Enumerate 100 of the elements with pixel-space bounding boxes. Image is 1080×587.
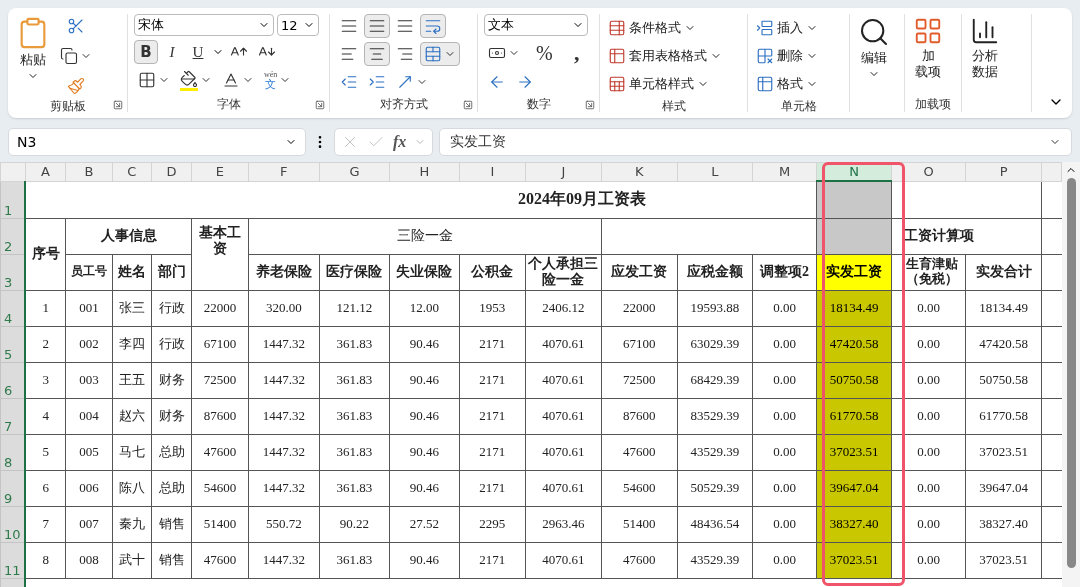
font-select[interactable]: 宋体 — [134, 14, 274, 36]
column-heading: 员工号 — [65, 254, 113, 290]
table-cell: 财务 — [151, 362, 192, 398]
table-cell: 90.46 — [389, 326, 460, 362]
diagonal-arrow-icon — [396, 73, 414, 91]
table-cell: 0.00 — [891, 506, 966, 542]
dialog-launcher-icon[interactable] — [315, 100, 325, 110]
table-cell: 361.83 — [319, 542, 390, 578]
table-cell: 47600 — [191, 542, 249, 578]
formula-field[interactable]: 实发工资 — [439, 128, 1072, 156]
table-cell: 87600 — [601, 398, 678, 434]
cells-menu-button[interactable]: 格式 — [754, 70, 820, 98]
table-cell: 90.22 — [319, 506, 390, 542]
table-cell: 37023.51 — [965, 542, 1042, 578]
column-header[interactable]: B — [65, 162, 113, 181]
vertical-scrollbar[interactable] — [1062, 162, 1080, 587]
insert-rows-icon — [756, 19, 774, 37]
table-icon — [756, 75, 774, 93]
number-format-select[interactable]: 文本 — [484, 14, 588, 36]
italic-button[interactable]: I — [160, 40, 184, 64]
row-header[interactable]: 2 — [0, 218, 26, 254]
table-cell: 马七 — [112, 434, 152, 470]
table-cell: 22000 — [191, 290, 249, 326]
table-cell: 67100 — [191, 326, 249, 362]
column-header[interactable]: E — [191, 162, 249, 181]
name-box[interactable]: N3 — [8, 128, 306, 156]
table-cell: 4070.61 — [525, 542, 602, 578]
lines-icon — [368, 17, 386, 35]
column-header[interactable]: J — [525, 162, 602, 181]
table-cell: 39647.04 — [965, 470, 1042, 506]
phonetic-button[interactable]: wén 文 — [260, 68, 296, 92]
column-header[interactable]: K — [601, 162, 678, 181]
styles-menu-button[interactable]: 单元格样式 — [606, 70, 724, 98]
column-header[interactable]: A — [25, 162, 66, 181]
insert-function-button[interactable]: fx — [393, 133, 407, 151]
dialog-launcher-icon[interactable] — [113, 100, 123, 110]
indent-decrease-icon — [340, 73, 358, 91]
column-heading: 三险一金 — [248, 218, 602, 254]
table-cell: 0.00 — [752, 290, 817, 326]
column-header[interactable]: D — [151, 162, 192, 181]
merge-cells-icon — [424, 45, 442, 63]
row-header[interactable]: 9 — [0, 470, 26, 506]
column-header[interactable]: I — [459, 162, 526, 181]
column-header[interactable]: G — [319, 162, 390, 181]
cells-menu-button[interactable]: 插入 — [754, 14, 820, 42]
column-header[interactable]: L — [677, 162, 753, 181]
bold-button[interactable]: B — [134, 40, 158, 64]
column-header[interactable]: C — [112, 162, 152, 181]
editing-button[interactable]: 编辑 — [856, 14, 892, 96]
table-cell: 90.46 — [389, 542, 460, 578]
column-heading: 应发工资 — [601, 254, 678, 290]
table-cell: 43529.39 — [677, 434, 753, 470]
size-select[interactable]: 12 — [277, 14, 319, 36]
dialog-launcher-icon[interactable] — [463, 100, 473, 110]
table-cell: 1447.32 — [248, 434, 320, 470]
table-cell: 2295 — [459, 506, 526, 542]
comma-button[interactable]: , — [564, 41, 589, 65]
table-cell: 0.00 — [752, 326, 817, 362]
row-header[interactable]: 3 — [0, 254, 26, 290]
table-cell: 54600 — [191, 470, 249, 506]
column-heading: 医疗保险 — [319, 254, 390, 290]
row-header[interactable]: 11 — [0, 542, 26, 578]
paste-button[interactable]: 粘贴 — [14, 14, 52, 98]
styles-menu-button[interactable]: 套用表格格式 — [606, 42, 724, 70]
row-header[interactable]: 8 — [0, 434, 26, 470]
column-header[interactable]: H — [389, 162, 460, 181]
row-header[interactable]: 5 — [0, 326, 26, 362]
addins-button[interactable]: 加载项 — [911, 14, 945, 96]
lines-icon — [340, 17, 358, 35]
dialog-launcher-icon[interactable] — [585, 100, 595, 110]
horizontal-align-button[interactable] — [364, 42, 390, 66]
table-cell: 2171 — [459, 398, 526, 434]
row-header[interactable]: 7 — [0, 398, 26, 434]
underline-button[interactable]: U — [186, 40, 210, 64]
table-cell: 27.52 — [389, 506, 460, 542]
column-header[interactable]: M — [752, 162, 817, 181]
merge-button[interactable] — [420, 42, 460, 66]
row-header[interactable]: 6 — [0, 362, 26, 398]
table-cell: 001 — [65, 290, 113, 326]
wrap-text-button[interactable] — [420, 14, 446, 38]
percent-button[interactable]: % — [532, 41, 557, 65]
column-header[interactable]: O — [891, 162, 966, 181]
row-header[interactable]: 10 — [0, 506, 26, 542]
table-cell: 财务 — [151, 398, 192, 434]
column-header[interactable]: F — [248, 162, 320, 181]
cells-menu-button[interactable]: 删除 — [754, 42, 820, 70]
table-cell: 7 — [25, 506, 66, 542]
table-cell: 361.83 — [319, 470, 390, 506]
column-header[interactable]: P — [965, 162, 1042, 181]
row-header[interactable]: 1 — [0, 181, 26, 218]
table-cell: 0.00 — [752, 470, 817, 506]
table-cell: 005 — [65, 434, 113, 470]
group-label: 对齐方式 — [379, 96, 428, 112]
row-header[interactable]: 4 — [0, 290, 26, 326]
table-cell: 1447.32 — [248, 362, 320, 398]
styles-menu-button[interactable]: 条件格式 — [606, 14, 724, 42]
table-cell: 90.46 — [389, 398, 460, 434]
analyze-data-button[interactable]: 分析数据 — [968, 14, 1002, 96]
vertical-align-button[interactable] — [364, 14, 390, 38]
table-cell: 1 — [25, 290, 66, 326]
